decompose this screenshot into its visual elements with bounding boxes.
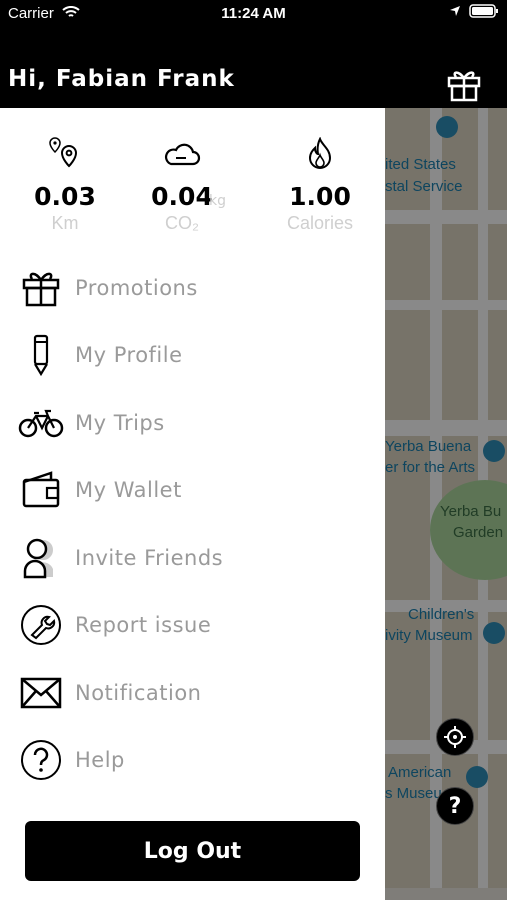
menu-item-invite-friends[interactable]: Invite Friends: [0, 528, 385, 588]
question-mark-icon: ?: [448, 793, 462, 819]
drawer-dim-overlay[interactable]: [385, 0, 507, 900]
location-arrow-icon: [450, 6, 460, 16]
map-help-button[interactable]: ?: [436, 787, 474, 825]
stat-distance-value: 0.03: [34, 182, 96, 211]
greeting-text: Hi, Fabian Frank: [8, 66, 235, 92]
gift-icon: [447, 71, 481, 102]
stat-calories-label: Calories: [286, 213, 354, 233]
battery-icon: [469, 4, 498, 18]
stat-co2-unit: kg: [209, 193, 226, 209]
menu-item-label: Invite Friends: [75, 546, 224, 570]
stat-co2-value: 0.04: [151, 182, 213, 211]
menu-item-label: Notification: [75, 681, 202, 705]
wrench-icon: [21, 605, 61, 645]
menu-item-my-trips[interactable]: My Trips: [0, 393, 385, 453]
status-bar: Carrier 11:24 AM: [0, 0, 507, 28]
menu-item-report-issue[interactable]: Report issue: [0, 595, 385, 655]
stat-calories-value: 1.00: [289, 182, 351, 211]
flame-icon: [308, 137, 332, 169]
promotions-shortcut-button[interactable]: [446, 66, 482, 106]
side-drawer: Hi, Fabian Frank 0.03 Km 0.04 kg CO₂ 1.0…: [0, 0, 385, 900]
menu-item-promotions[interactable]: Promotions: [0, 258, 385, 318]
crosshair-icon: [444, 726, 466, 748]
gift-icon: [22, 272, 60, 307]
menu-item-help[interactable]: Help: [0, 730, 385, 790]
menu-item-label: My Trips: [75, 411, 165, 435]
status-time: 11:24 AM: [221, 5, 286, 22]
bicycle-icon: [18, 409, 64, 438]
menu-item-label: Report issue: [75, 613, 212, 637]
envelope-icon: [20, 677, 62, 709]
wallet-icon: [22, 471, 60, 508]
cloud-icon: [164, 143, 201, 166]
location-pins-icon: [49, 137, 78, 168]
stat-calories: 1.00 Calories: [265, 136, 375, 234]
stat-distance-label: Km: [51, 213, 79, 233]
question-icon: [21, 740, 61, 780]
logout-button[interactable]: Log Out: [25, 821, 360, 881]
pencil-icon: [33, 334, 49, 376]
stat-distance: 0.03 Km: [10, 136, 120, 234]
menu-item-label: Help: [75, 748, 125, 772]
friends-icon: [23, 538, 53, 579]
menu-item-label: My Wallet: [75, 478, 182, 502]
stat-co2-label: CO₂: [165, 213, 199, 233]
stat-co2: 0.04 kg CO₂: [127, 136, 237, 234]
menu-item-my-profile[interactable]: My Profile: [0, 325, 385, 385]
menu-item-notification[interactable]: Notification: [0, 663, 385, 723]
locate-me-button[interactable]: [436, 718, 474, 756]
menu-item-my-wallet[interactable]: My Wallet: [0, 460, 385, 520]
menu-item-label: My Profile: [75, 343, 183, 367]
menu-item-label: Promotions: [75, 276, 198, 300]
